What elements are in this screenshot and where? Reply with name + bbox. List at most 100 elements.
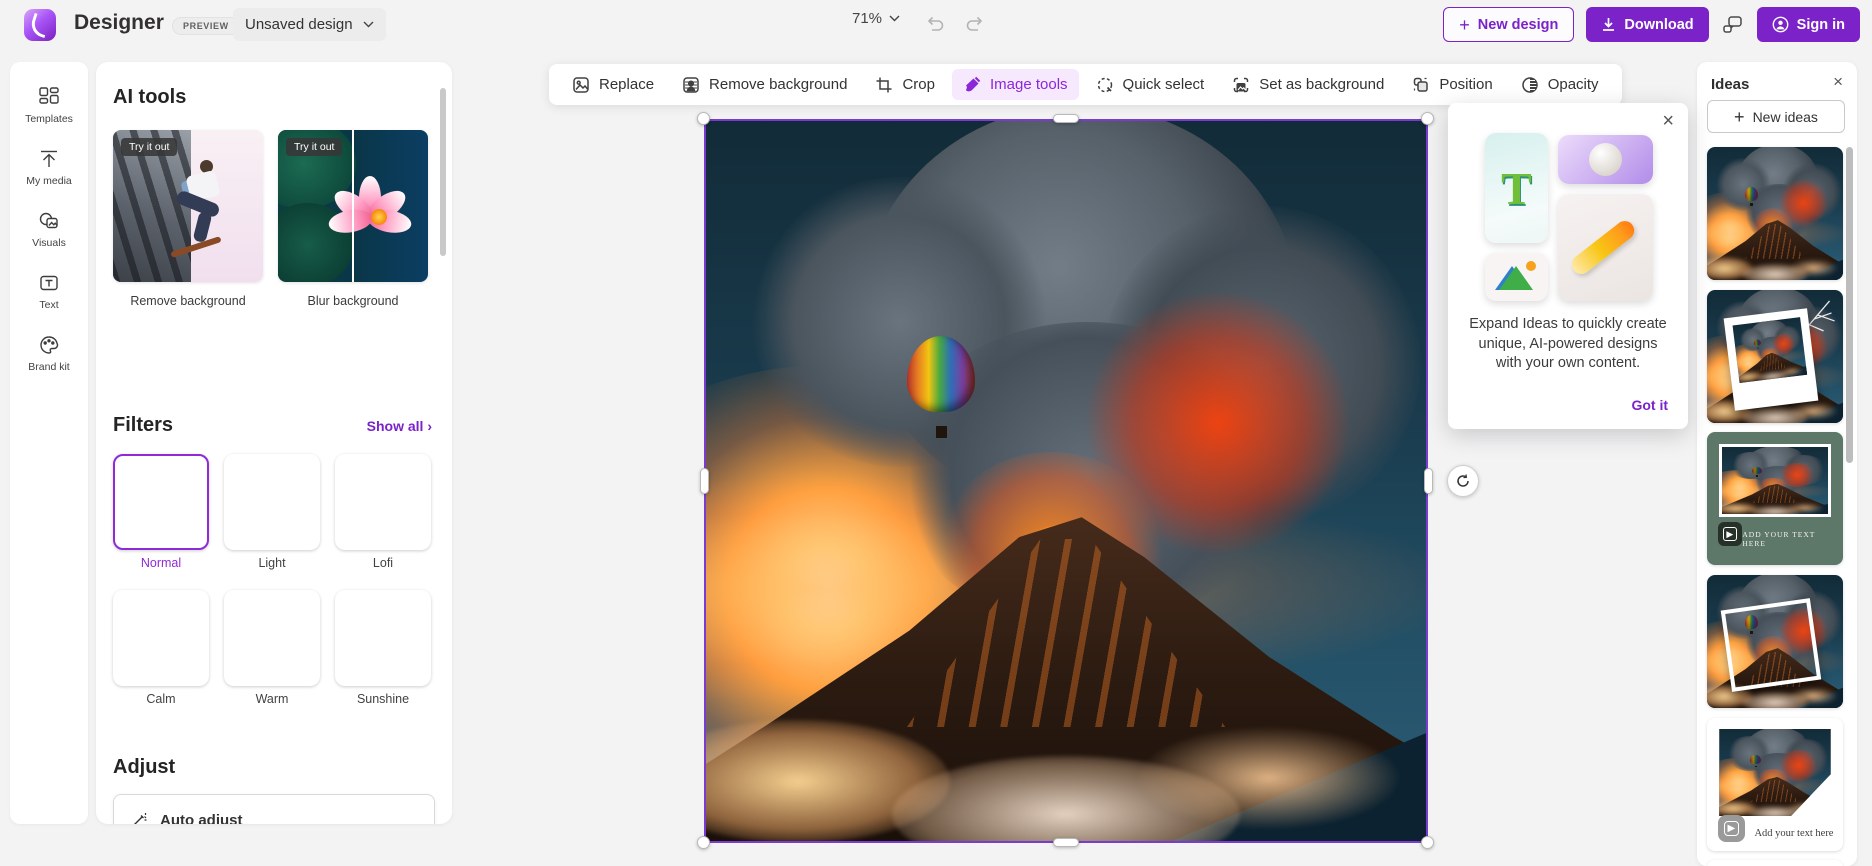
redo-icon (965, 14, 985, 32)
volcano-image[interactable] (704, 119, 1428, 843)
idea-thumbnail-2[interactable] (1707, 290, 1843, 423)
resize-handle-top[interactable] (1053, 114, 1079, 123)
sidebar-item-brand-kit[interactable]: Brand kit (10, 334, 88, 373)
crop-icon (875, 76, 893, 94)
sphere-tile (1558, 135, 1653, 184)
designer-logo-icon[interactable] (24, 9, 56, 41)
image-toolbar: Replace Remove background Crop Image too… (549, 64, 1622, 105)
sidebar-item-text[interactable]: Text (10, 272, 88, 311)
new-design-button[interactable]: + New design (1443, 7, 1574, 42)
zoom-control[interactable]: 71% (852, 10, 900, 27)
text-tile: T (1485, 133, 1548, 243)
filter-normal[interactable]: Normal (113, 454, 209, 570)
set-as-background-icon (1232, 76, 1250, 94)
sidebar-item-templates[interactable]: Templates (10, 86, 88, 125)
ideas-illustration: T (1485, 133, 1653, 301)
rotate-icon (1455, 473, 1471, 489)
designer-app: Designer PREVIEW Unsaved design 71% + Ne… (0, 0, 1872, 866)
idea-thumbnail-5[interactable]: Add your text here ▶ (1707, 718, 1843, 851)
magic-wand-icon (130, 811, 148, 824)
undo-button[interactable] (922, 10, 948, 36)
play-icon: ▶ (1718, 522, 1742, 546)
filters-heading: Filters (113, 414, 173, 437)
filter-lofi[interactable]: Lofi (335, 454, 431, 570)
tools-panel: AI tools Try it out Try it out Remove ba… (96, 62, 452, 824)
sidebar-item-visuals[interactable]: Visuals (10, 210, 88, 249)
new-ideas-button[interactable]: + New ideas (1707, 100, 1845, 133)
plus-icon: + (1734, 108, 1745, 126)
toolbar-set-as-background[interactable]: Set as background (1221, 69, 1395, 100)
ai-tools-heading: AI tools (113, 86, 186, 109)
undo-icon (925, 14, 945, 32)
filter-sunshine[interactable]: Sunshine (335, 590, 431, 706)
opacity-icon (1521, 76, 1539, 94)
idea-thumbnail-4[interactable] (1707, 575, 1843, 708)
pencil-tile (1558, 194, 1653, 301)
palette-icon (38, 334, 60, 356)
remove-background-icon (682, 76, 700, 94)
remove-background-card[interactable]: Try it out (113, 130, 263, 282)
download-icon (1601, 17, 1616, 32)
rotate-handle[interactable] (1447, 465, 1479, 497)
ideas-scrollbar[interactable] (1846, 147, 1853, 463)
filter-calm[interactable]: Calm (113, 590, 209, 706)
position-icon (1412, 76, 1430, 94)
download-button[interactable]: Download (1586, 7, 1708, 42)
close-icon[interactable]: × (1833, 72, 1843, 92)
preview-badge: PREVIEW (172, 17, 240, 35)
chevron-down-icon (889, 15, 900, 22)
plus-icon: + (1459, 16, 1470, 34)
left-rail: Templates My media Visuals Text Brand ki… (10, 62, 88, 824)
resize-handle-top-right[interactable] (1421, 112, 1434, 125)
sign-in-button[interactable]: Sign in (1757, 7, 1860, 42)
sidebar-item-my-media[interactable]: My media (10, 148, 88, 187)
canvas[interactable] (704, 119, 1428, 843)
resize-handle-top-left[interactable] (697, 112, 710, 125)
idea-thumbnail-3[interactable]: ADD YOUR TEXT HERE ▶ (1707, 432, 1843, 565)
filter-light[interactable]: Light (224, 454, 320, 570)
play-icon: ▶ (1718, 815, 1745, 842)
close-icon[interactable]: × (1662, 111, 1674, 131)
ideas-title: Ideas (1711, 76, 1749, 93)
resize-handle-left[interactable] (700, 468, 709, 494)
design-name: Unsaved design (245, 16, 353, 33)
chevron-right-icon: › (427, 418, 432, 434)
toolbar-crop[interactable]: Crop (864, 69, 946, 100)
cut-corner-photo (1719, 729, 1831, 817)
toolbar-remove-background[interactable]: Remove background (671, 69, 858, 100)
show-all-link[interactable]: Show all › (367, 418, 432, 434)
feedback-icon[interactable] (1721, 14, 1745, 36)
panel-scrollbar[interactable] (440, 88, 446, 256)
resize-handle-right[interactable] (1424, 468, 1433, 494)
chevron-down-icon (363, 21, 374, 28)
toolbar-opacity[interactable]: Opacity (1510, 69, 1610, 100)
visuals-icon (38, 210, 60, 232)
header-actions: + New design Download Sign in (1443, 7, 1860, 42)
resize-handle-bottom-left[interactable] (697, 836, 710, 849)
idea-placeholder-text: Add your text here (1752, 827, 1834, 841)
toolbar-quick-select[interactable]: Quick select (1085, 69, 1216, 100)
try-it-out-badge: Try it out (121, 138, 177, 156)
toolbar-image-tools[interactable]: Image tools (952, 69, 1079, 100)
templates-icon (38, 86, 60, 108)
filter-warm[interactable]: Warm (224, 590, 320, 706)
toolbar-position[interactable]: Position (1401, 69, 1503, 100)
idea-thumbnail-1[interactable] (1707, 147, 1843, 280)
try-it-out-badge: Try it out (286, 138, 342, 156)
resize-handle-bottom[interactable] (1053, 838, 1079, 847)
text-icon (38, 272, 60, 294)
replace-icon (572, 76, 590, 94)
got-it-button[interactable]: Got it (1631, 397, 1668, 413)
header: Designer PREVIEW Unsaved design 71% + Ne… (0, 0, 1872, 50)
blur-background-card[interactable]: Try it out (278, 130, 428, 282)
auto-adjust-button[interactable]: Auto adjust (113, 794, 435, 824)
idea-thumbnail-6[interactable] (1707, 860, 1843, 866)
resize-handle-bottom-right[interactable] (1421, 836, 1434, 849)
ideas-panel: Ideas × + New ideas ADD YOUR TEXT HERE ▶… (1697, 62, 1857, 866)
image-tile (1485, 253, 1548, 301)
design-name-dropdown[interactable]: Unsaved design (233, 8, 386, 41)
adjust-heading: Adjust (113, 756, 175, 779)
toolbar-replace[interactable]: Replace (561, 69, 665, 100)
redo-button[interactable] (962, 10, 988, 36)
app-title: Designer (74, 11, 164, 35)
